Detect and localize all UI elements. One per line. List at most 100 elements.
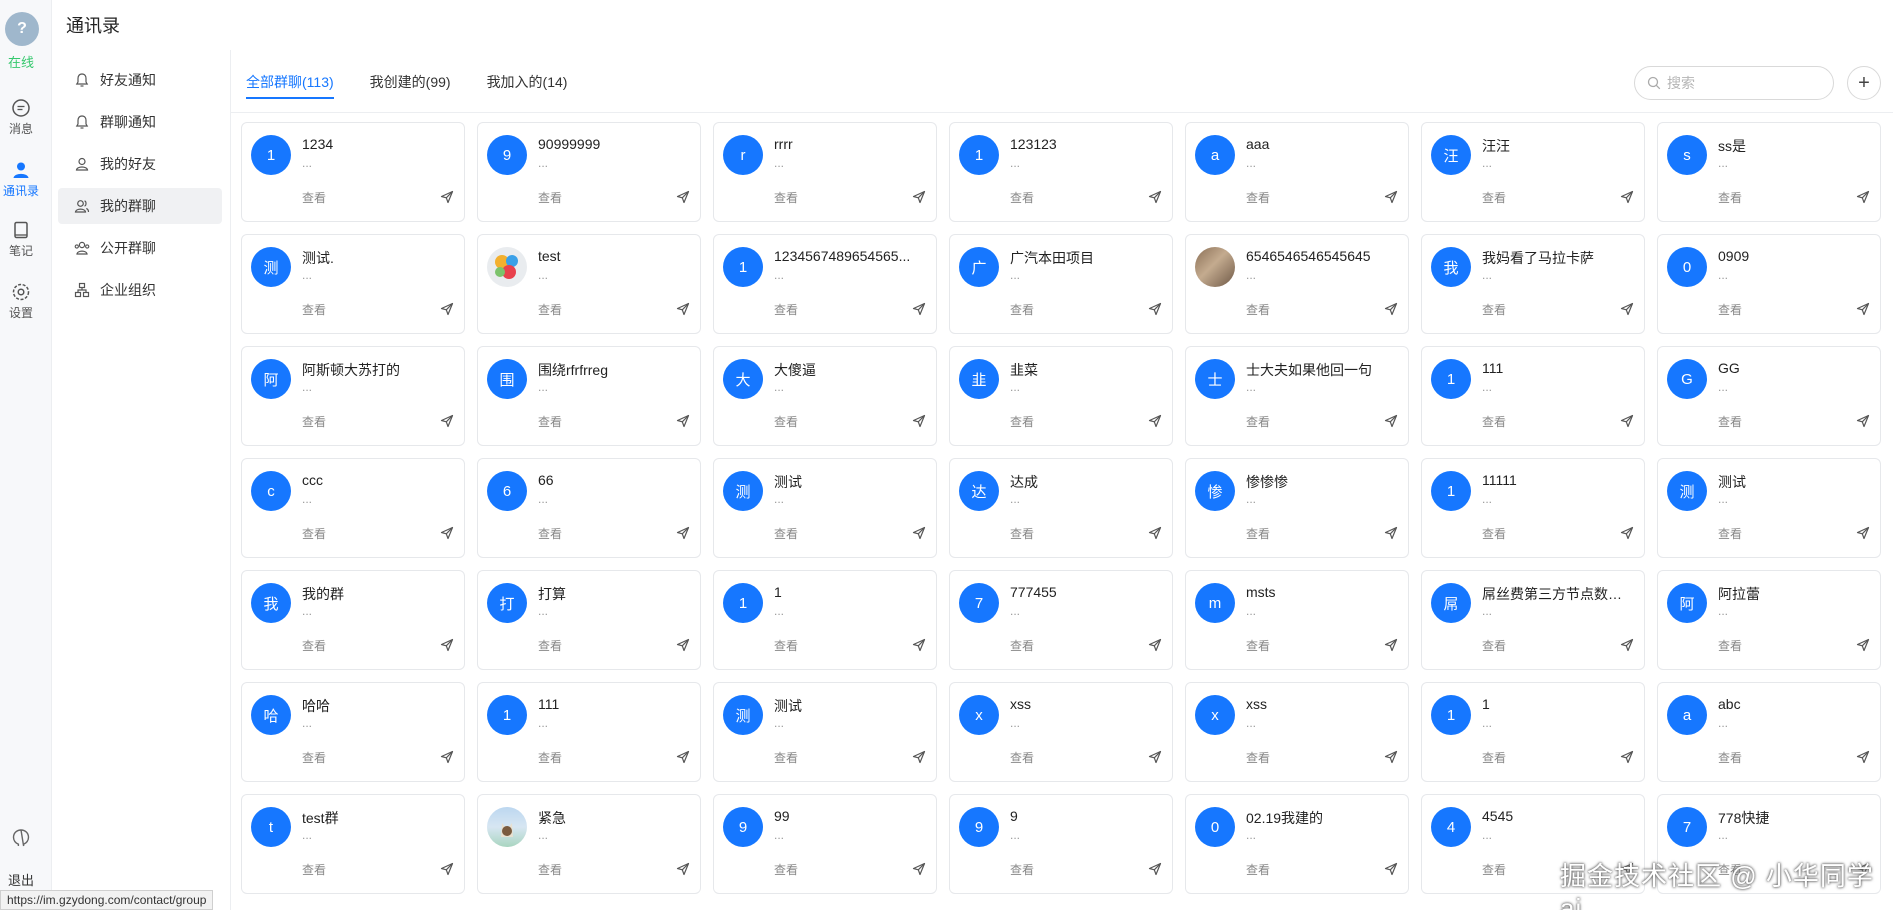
view-group-link[interactable]: 查看 [1010,525,1034,542]
view-group-link[interactable]: 查看 [302,637,326,654]
send-message-icon[interactable] [1856,526,1870,545]
send-message-icon[interactable] [440,414,454,433]
view-group-link[interactable]: 查看 [538,637,562,654]
send-message-icon[interactable] [912,414,926,433]
rail-item-settings[interactable]: 设置 [0,282,42,321]
send-message-icon[interactable] [1148,190,1162,209]
group-card[interactable]: 广广汽本田项目... 查看 [949,234,1173,334]
view-group-link[interactable]: 查看 [302,749,326,766]
view-group-link[interactable]: 查看 [1718,637,1742,654]
view-group-link[interactable]: 查看 [538,861,562,878]
group-card[interactable]: 1 111... 查看 [1421,346,1645,446]
search-input[interactable] [1667,75,1817,91]
group-card[interactable]: 惨惨惨惨... 查看 [1185,458,1409,558]
view-group-link[interactable]: 查看 [774,637,798,654]
send-message-icon[interactable] [440,638,454,657]
tab-created-groups[interactable]: 我创建的(99) [370,72,451,99]
view-group-link[interactable]: 查看 [1482,189,1506,206]
group-card[interactable]: 我我妈看了马拉卡萨... 查看 [1421,234,1645,334]
logout-button[interactable]: 退出 [0,870,42,889]
group-card[interactable]: G GG... 查看 [1657,346,1881,446]
add-group-button[interactable]: + [1847,66,1881,100]
view-group-link[interactable]: 查看 [538,301,562,318]
group-card[interactable]: 1 11111... 查看 [1421,458,1645,558]
send-message-icon[interactable] [676,638,690,657]
view-group-link[interactable]: 查看 [1482,861,1506,878]
view-group-link[interactable]: 查看 [774,525,798,542]
view-group-link[interactable]: 查看 [1010,189,1034,206]
send-message-icon[interactable] [440,302,454,321]
send-message-icon[interactable] [912,638,926,657]
view-group-link[interactable]: 查看 [774,301,798,318]
send-message-icon[interactable] [440,750,454,769]
send-message-icon[interactable] [1620,302,1634,321]
group-card[interactable]: 士士大夫如果他回一句... 查看 [1185,346,1409,446]
view-group-link[interactable]: 查看 [538,525,562,542]
send-message-icon[interactable] [1620,414,1634,433]
group-card[interactable]: 1 123123... 查看 [949,122,1173,222]
view-group-link[interactable]: 查看 [302,301,326,318]
view-group-link[interactable]: 查看 [1718,525,1742,542]
subnav-item-public-groups[interactable]: 公开群聊 [58,230,222,266]
send-message-icon[interactable] [912,750,926,769]
view-group-link[interactable]: 查看 [774,861,798,878]
group-card[interactable]: 0 02.19我建的... 查看 [1185,794,1409,894]
send-message-icon[interactable] [1384,526,1398,545]
group-card[interactable]: 哈哈哈... 查看 [241,682,465,782]
view-group-link[interactable]: 查看 [302,189,326,206]
send-message-icon[interactable] [1856,638,1870,657]
view-group-link[interactable]: 查看 [1010,637,1034,654]
group-card[interactable]: 阿阿斯顿大苏打的... 查看 [241,346,465,446]
view-group-link[interactable]: 查看 [302,861,326,878]
tab-all-groups[interactable]: 全部群聊(113) [246,72,334,99]
send-message-icon[interactable] [1384,750,1398,769]
view-group-link[interactable]: 查看 [774,189,798,206]
view-group-link[interactable]: 查看 [774,749,798,766]
view-group-link[interactable]: 查看 [1482,301,1506,318]
send-message-icon[interactable] [1384,862,1398,881]
group-card[interactable]: 9 9... 查看 [949,794,1173,894]
send-message-icon[interactable] [440,190,454,209]
subnav-item-my-friends[interactable]: 我的好友 [58,146,222,182]
view-group-link[interactable]: 查看 [1246,525,1270,542]
view-group-link[interactable]: 查看 [1010,749,1034,766]
group-card[interactable]: 大大傻逼... 查看 [713,346,937,446]
view-group-link[interactable]: 查看 [1246,861,1270,878]
view-group-link[interactable]: 查看 [1010,413,1034,430]
send-message-icon[interactable] [1148,638,1162,657]
group-card[interactable]: a aaa... 查看 [1185,122,1409,222]
group-card[interactable]: 测测试... 查看 [713,458,937,558]
send-message-icon[interactable] [912,526,926,545]
send-message-icon[interactable] [1856,190,1870,209]
send-message-icon[interactable] [1148,302,1162,321]
group-card[interactable]: t test群... 查看 [241,794,465,894]
group-card[interactable]: 围围绕rfrfrreg... 查看 [477,346,701,446]
view-group-link[interactable]: 查看 [1482,525,1506,542]
send-message-icon[interactable] [1384,638,1398,657]
search-box[interactable] [1634,66,1834,100]
send-message-icon[interactable] [1856,302,1870,321]
send-message-icon[interactable] [1856,414,1870,433]
group-card[interactable]: 紧急... 查看 [477,794,701,894]
view-group-link[interactable]: 查看 [1246,189,1270,206]
group-card[interactable]: 我我的群... 查看 [241,570,465,670]
send-message-icon[interactable] [1384,190,1398,209]
group-card[interactable]: m msts... 查看 [1185,570,1409,670]
send-message-icon[interactable] [912,862,926,881]
group-card[interactable]: r rrrr... 查看 [713,122,937,222]
send-message-icon[interactable] [1620,526,1634,545]
view-group-link[interactable]: 查看 [1482,413,1506,430]
send-message-icon[interactable] [440,862,454,881]
view-group-link[interactable]: 查看 [1010,861,1034,878]
rail-item-notes[interactable]: 笔记 [0,220,42,259]
view-group-link[interactable]: 查看 [774,413,798,430]
group-card[interactable]: 1 1... 查看 [713,570,937,670]
rail-item-contacts[interactable]: 通讯录 [0,160,42,199]
send-message-icon[interactable] [676,862,690,881]
send-message-icon[interactable] [1148,526,1162,545]
view-group-link[interactable]: 查看 [1718,189,1742,206]
subnav-item-organization[interactable]: 企业组织 [58,272,222,308]
send-message-icon[interactable] [440,526,454,545]
send-message-icon[interactable] [1384,302,1398,321]
group-card[interactable]: 9 99... 查看 [713,794,937,894]
